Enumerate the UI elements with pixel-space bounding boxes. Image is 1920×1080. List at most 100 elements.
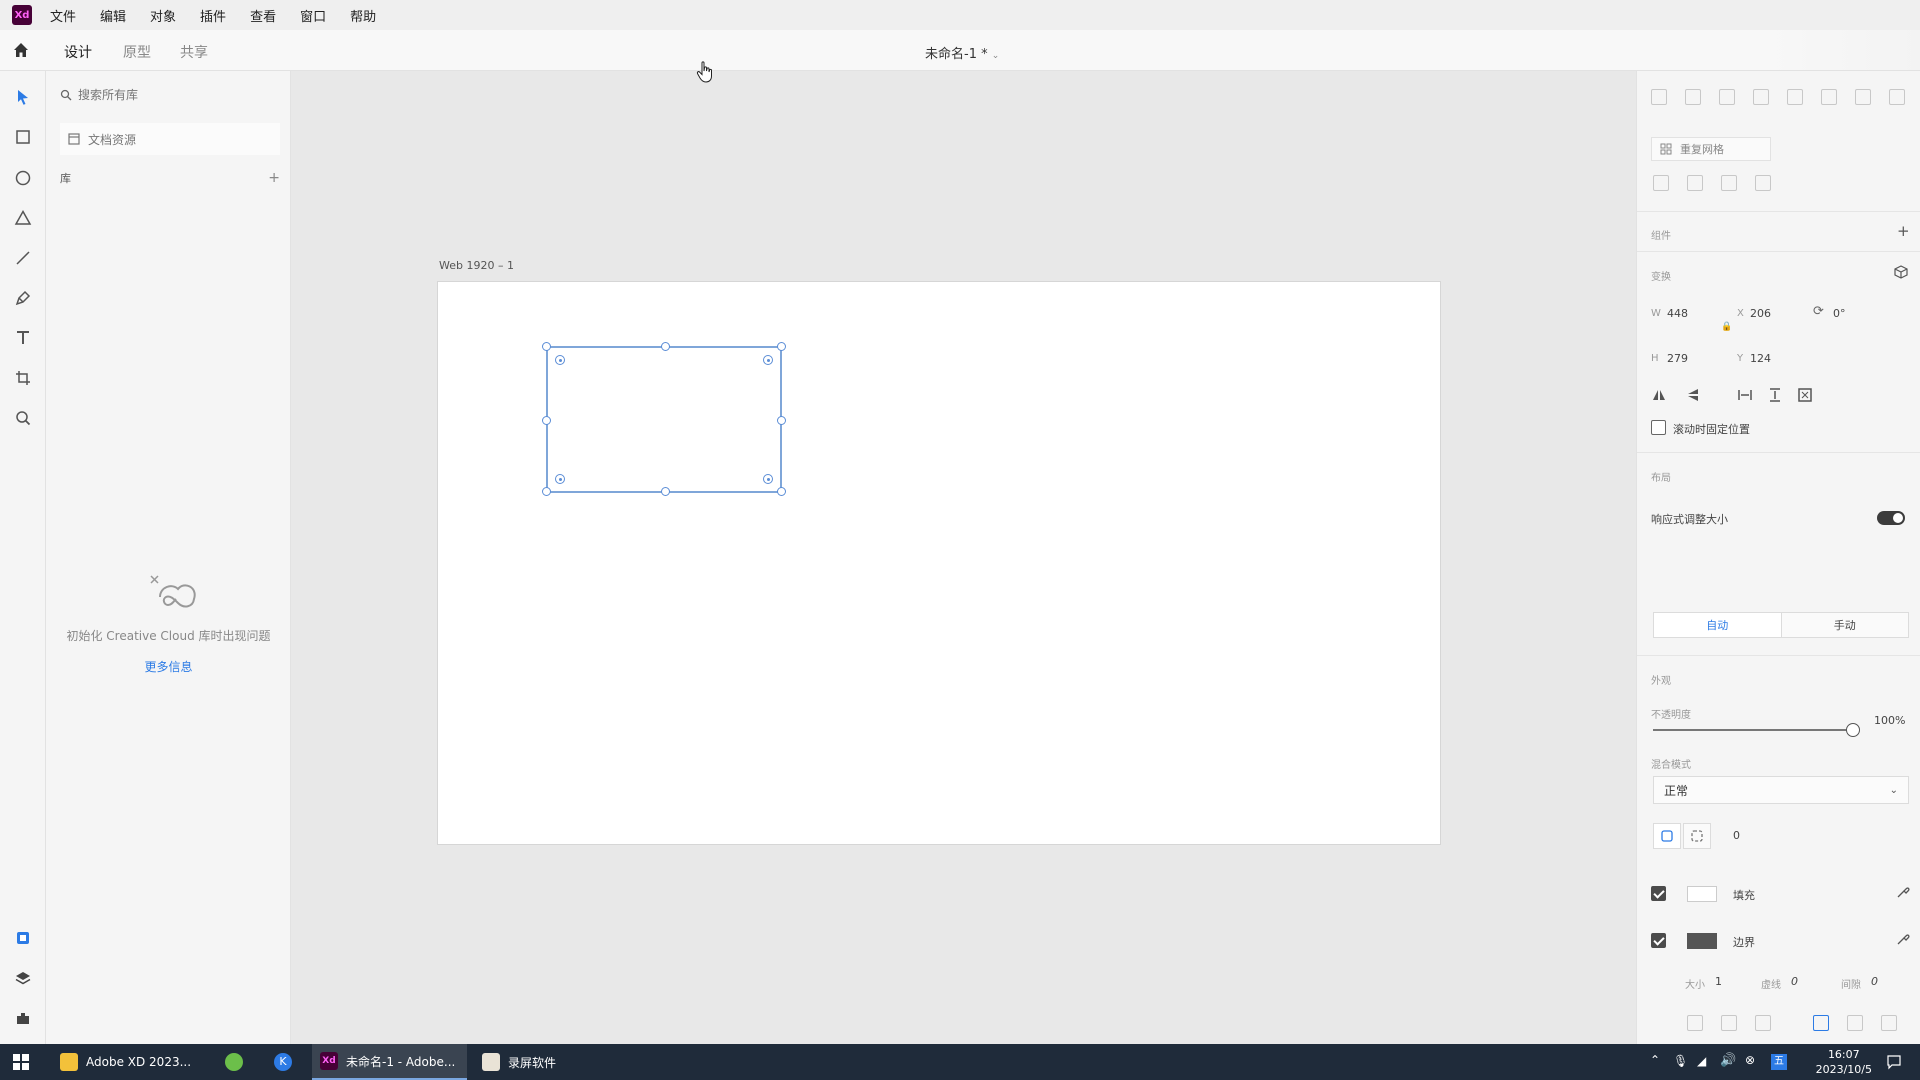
boolean-intersect-icon[interactable]	[1721, 175, 1737, 191]
microphone-icon[interactable]: 🎙	[1673, 1054, 1688, 1068]
app-k-icon[interactable]: K	[274, 1053, 292, 1071]
corner-radius-handle-br[interactable]	[763, 474, 773, 484]
taskbar-item-recorder[interactable]: 录屏软件	[482, 1044, 556, 1080]
artboard[interactable]	[437, 281, 1441, 845]
libraries-icon[interactable]	[12, 927, 34, 949]
opacity-value[interactable]: 100%	[1874, 714, 1905, 727]
zoom-tool-icon[interactable]	[12, 407, 34, 429]
resize-handle-nw[interactable]	[542, 342, 551, 351]
artboard-tool-icon[interactable]	[12, 367, 34, 389]
canvas-area[interactable]: Web 1920 – 1	[291, 61, 1636, 1044]
dash-field[interactable]: 0	[1791, 975, 1798, 988]
boolean-add-icon[interactable]	[1653, 175, 1669, 191]
repeat-grid-button[interactable]: 重复网格	[1651, 137, 1771, 161]
boolean-exclude-icon[interactable]	[1755, 175, 1771, 191]
fill-color-swatch[interactable]	[1687, 886, 1717, 902]
taskbar-item-xd[interactable]: Xd 未命名-1 - Adobe...	[312, 1044, 468, 1080]
corner-radius-field[interactable]: 0	[1733, 829, 1740, 842]
boolean-subtract-icon[interactable]	[1687, 175, 1703, 191]
corner-radius-handle-bl[interactable]	[555, 474, 565, 484]
eyedropper-icon[interactable]	[1895, 931, 1911, 947]
gap-field[interactable]: 0	[1871, 975, 1878, 988]
rotation-field[interactable]: 0°	[1833, 307, 1846, 320]
artboard-label[interactable]: Web 1920 – 1	[439, 259, 514, 272]
fit-width-icon[interactable]	[1737, 387, 1753, 403]
eyedropper-icon[interactable]	[1895, 884, 1911, 900]
add-component-icon[interactable]: +	[1897, 222, 1910, 240]
tray-chevron-up-icon[interactable]: ⌃	[1650, 1053, 1660, 1067]
document-assets-button[interactable]: 文档资源	[60, 123, 280, 155]
opacity-slider-thumb[interactable]	[1846, 723, 1860, 737]
volume-icon[interactable]: 🔊	[1720, 1053, 1736, 1068]
resize-handle-n[interactable]	[661, 342, 670, 351]
windows-start-icon[interactable]	[13, 1054, 29, 1070]
selected-rectangle[interactable]	[542, 342, 786, 496]
resize-handle-w[interactable]	[542, 416, 551, 425]
resize-handle-se[interactable]	[777, 487, 786, 496]
opacity-slider-track[interactable]	[1653, 729, 1853, 731]
align-center-icon[interactable]	[1685, 89, 1701, 105]
more-info-link[interactable]: 更多信息	[46, 658, 291, 675]
tab-design[interactable]: 设计	[64, 42, 92, 73]
lock-aspect-icon[interactable]: 🔒	[1721, 322, 1732, 332]
y-field[interactable]: 124	[1750, 352, 1771, 365]
resize-handle-ne[interactable]	[777, 342, 786, 351]
menu-help[interactable]: 帮助	[350, 6, 376, 25]
corner-radius-handle-tr[interactable]	[763, 355, 773, 365]
ellipse-tool-icon[interactable]	[12, 167, 34, 189]
pen-tool-icon[interactable]	[12, 287, 34, 309]
menu-window[interactable]: 窗口	[300, 6, 326, 25]
notification-icon[interactable]	[1886, 1054, 1902, 1070]
menu-plugins[interactable]: 插件	[200, 6, 226, 25]
resize-manual-button[interactable]: 手动	[1782, 613, 1909, 637]
align-top-icon[interactable]	[1753, 89, 1769, 105]
stroke-inner-icon[interactable]	[1687, 1015, 1703, 1031]
library-search[interactable]	[60, 83, 280, 107]
distribute-v-icon[interactable]	[1889, 89, 1905, 105]
join-bevel-icon[interactable]	[1881, 1015, 1897, 1031]
select-tool-icon[interactable]	[12, 86, 34, 108]
text-tool-icon[interactable]	[12, 327, 34, 349]
taskbar-item-explorer[interactable]: Adobe XD 2023...	[60, 1044, 191, 1080]
blend-mode-select[interactable]: 正常 ⌄	[1653, 776, 1909, 804]
resize-handle-s[interactable]	[661, 487, 670, 496]
fit-both-icon[interactable]	[1797, 387, 1813, 403]
corner-radius-handle-tl[interactable]	[555, 355, 565, 365]
align-bottom-icon[interactable]	[1821, 89, 1837, 105]
home-icon[interactable]	[11, 40, 31, 60]
plugins-icon[interactable]	[12, 1007, 34, 1029]
join-miter-icon[interactable]	[1813, 1015, 1829, 1031]
width-field[interactable]: 448	[1667, 307, 1688, 320]
app-green-icon[interactable]	[225, 1053, 243, 1071]
layers-icon[interactable]	[12, 967, 34, 989]
menu-edit[interactable]: 编辑	[100, 6, 126, 25]
stroke-center-icon[interactable]	[1721, 1015, 1737, 1031]
distribute-h-icon[interactable]	[1855, 89, 1871, 105]
flip-vertical-icon[interactable]	[1685, 387, 1701, 403]
menu-file[interactable]: 文件	[50, 6, 76, 25]
stroke-size-field[interactable]: 1	[1715, 975, 1722, 988]
rectangle-tool-icon[interactable]	[12, 126, 34, 148]
polygon-tool-icon[interactable]	[12, 207, 34, 229]
menu-object[interactable]: 对象	[150, 6, 176, 25]
height-field[interactable]: 279	[1667, 352, 1688, 365]
stroke-outer-icon[interactable]	[1755, 1015, 1771, 1031]
fit-height-icon[interactable]	[1767, 387, 1783, 403]
library-search-input[interactable]	[78, 88, 258, 102]
tab-share[interactable]: 共享	[180, 42, 208, 62]
align-middle-icon[interactable]	[1787, 89, 1803, 105]
network-icon[interactable]: ◢	[1697, 1054, 1706, 1068]
menu-view[interactable]: 查看	[250, 6, 276, 25]
status-circle-icon[interactable]: ⊗	[1745, 1053, 1755, 1067]
border-checkbox[interactable]	[1651, 933, 1666, 948]
responsive-resize-toggle[interactable]	[1877, 511, 1905, 525]
ime-indicator[interactable]: 五	[1771, 1054, 1787, 1070]
align-right-icon[interactable]	[1719, 89, 1735, 105]
corner-individual-button[interactable]	[1683, 823, 1711, 849]
fix-position-checkbox[interactable]	[1651, 420, 1666, 435]
resize-handle-sw[interactable]	[542, 487, 551, 496]
align-left-icon[interactable]	[1651, 89, 1667, 105]
flip-horizontal-icon[interactable]	[1651, 387, 1667, 403]
resize-handle-e[interactable]	[777, 416, 786, 425]
document-title[interactable]: 未命名-1 * ⌄	[925, 43, 999, 62]
